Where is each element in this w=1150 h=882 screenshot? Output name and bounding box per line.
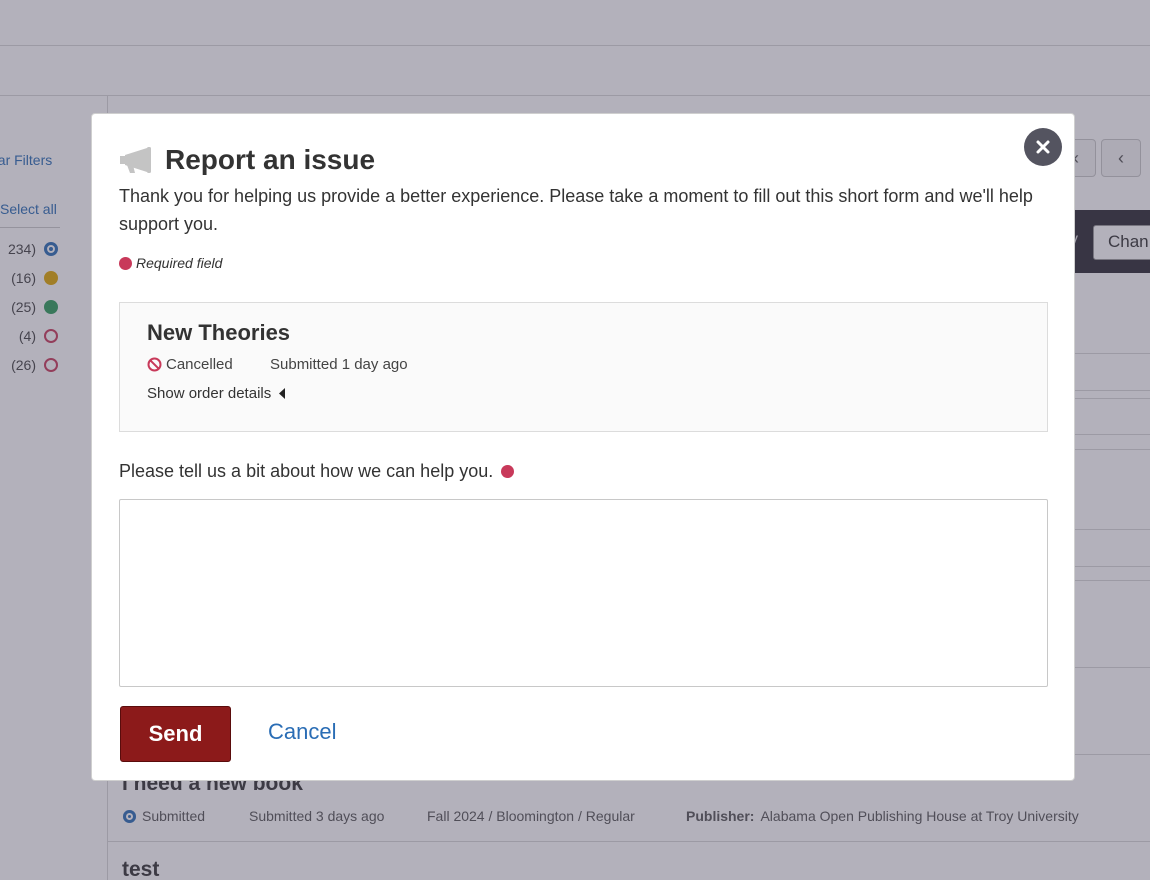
order-title: New Theories <box>147 320 291 345</box>
caret-left-icon <box>279 388 286 399</box>
close-modal-button[interactable] <box>1024 128 1062 166</box>
close-icon <box>1036 140 1050 154</box>
megaphone-icon <box>120 147 151 173</box>
show-order-details-toggle[interactable]: Show order details <box>147 385 286 402</box>
help-textarea[interactable] <box>119 499 1048 687</box>
required-legend-text: Required field <box>136 255 223 271</box>
order-submitted-time: Submitted 1 day ago <box>270 356 408 373</box>
send-button[interactable]: Send <box>120 706 231 762</box>
required-legend: Required field <box>119 255 222 271</box>
modal-title: Report an issue <box>165 144 376 175</box>
required-icon <box>119 256 132 270</box>
order-summary-card: New Theories Cancelled Submitted 1 day a… <box>119 302 1048 432</box>
help-field-label: Please tell us a bit about how we can he… <box>119 461 515 482</box>
cancelled-icon <box>147 357 162 372</box>
modal-header: Report an issue <box>119 144 375 176</box>
show-order-details-label: Show order details <box>147 385 272 402</box>
modal-intro: Thank you for helping us provide a bette… <box>119 186 1033 234</box>
order-status-text: Cancelled <box>166 356 233 373</box>
order-status: Cancelled <box>147 356 233 373</box>
help-label-text: Please tell us a bit about how we can he… <box>119 461 494 481</box>
report-issue-modal: Report an issue Thank you for helping us… <box>91 113 1075 781</box>
cancel-link[interactable]: Cancel <box>268 719 336 745</box>
required-icon <box>501 465 515 478</box>
